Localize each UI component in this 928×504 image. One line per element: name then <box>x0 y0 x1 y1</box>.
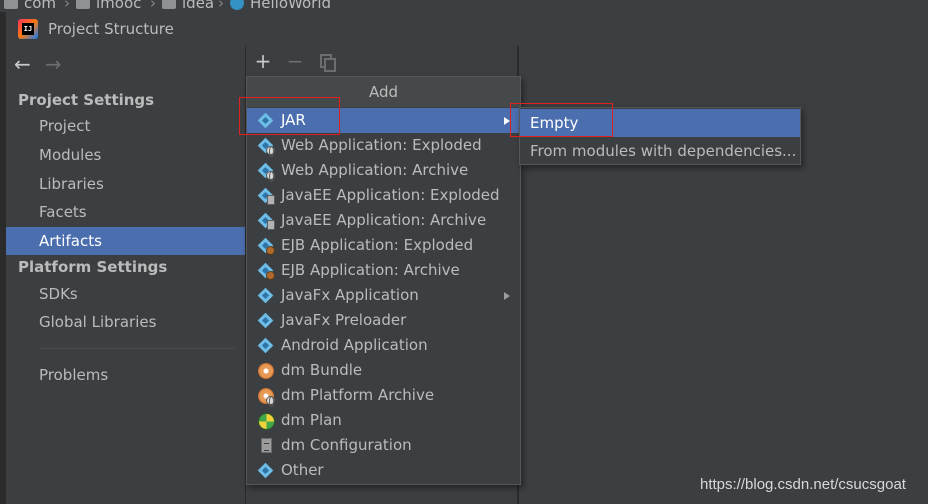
breadcrumb-item-imooc[interactable]: imooc <box>76 0 141 12</box>
menu-item-javaee-application-archive[interactable]: JavaEE Application: Archive <box>247 208 520 233</box>
menu-item-dm-configuration[interactable]: dm Configuration <box>247 433 520 458</box>
submenu-arrow-icon <box>504 292 510 300</box>
sidebar-item-project[interactable]: Project <box>6 112 245 140</box>
menu-item-web-application-exploded[interactable]: Web Application: Exploded <box>247 133 520 158</box>
web-app-icon <box>257 162 275 182</box>
add-artifact-popup: Add JAR Web Application: Exploded Web Ap… <box>246 76 521 485</box>
menu-item-javaee-application-exploded[interactable]: JavaEE Application: Exploded <box>247 183 520 208</box>
platform-settings-header: Platform Settings <box>18 258 168 276</box>
menu-item-javafx-preloader[interactable]: JavaFx Preloader <box>247 308 520 333</box>
breadcrumb-item-com[interactable]: com <box>4 0 56 12</box>
sidebar-item-facets[interactable]: Facets <box>6 198 245 226</box>
dm-plan-icon <box>257 412 275 430</box>
dm-bundle-icon <box>257 362 275 380</box>
artifact-diamond-icon <box>257 312 275 330</box>
menu-item-ejb-application-archive[interactable]: EJB Application: Archive <box>247 258 520 283</box>
menu-item-web-application-archive[interactable]: Web Application: Archive <box>247 158 520 183</box>
project-settings-header: Project Settings <box>18 91 155 109</box>
annotation-box-jar <box>239 97 340 135</box>
sidebar-item-problems[interactable]: Problems <box>6 361 245 389</box>
folder-icon <box>4 0 18 9</box>
web-app-icon <box>257 137 275 157</box>
sidebar-item-artifacts[interactable]: Artifacts <box>6 227 245 255</box>
intellij-logo-icon: IJ <box>18 19 38 39</box>
watermark: https://blog.csdn.net/csucsgoat <box>700 476 906 493</box>
menu-item-android-application[interactable]: Android Application <box>247 333 520 358</box>
sidebar-item-libraries[interactable]: Libraries <box>6 170 245 198</box>
copy-artifact-button[interactable] <box>316 50 338 72</box>
breadcrumb-separator: › <box>218 0 224 12</box>
sidebar: ← → Project Settings Project Modules Lib… <box>6 46 245 504</box>
menu-item-javafx-application[interactable]: JavaFx Application <box>247 283 520 308</box>
back-arrow-icon[interactable]: ← <box>14 52 31 76</box>
sidebar-item-sdks[interactable]: SDKs <box>6 280 245 308</box>
ejb-app-icon <box>257 237 275 255</box>
breadcrumb-item-helloworld[interactable]: HelloWorld <box>230 0 331 12</box>
menu-item-other[interactable]: Other <box>247 458 520 483</box>
sidebar-item-global-libraries[interactable]: Global Libraries <box>6 308 245 336</box>
menu-item-ejb-application-exploded[interactable]: EJB Application: Exploded <box>247 233 520 258</box>
dm-platform-archive-icon <box>257 387 275 407</box>
breadcrumb-item-idea[interactable]: idea <box>162 0 214 12</box>
javaee-app-icon <box>257 187 275 205</box>
copy-icon-front <box>324 58 336 72</box>
artifact-diamond-icon <box>257 287 275 305</box>
submenu-item-from-modules[interactable]: From modules with dependencies... <box>520 137 800 165</box>
menu-item-dm-platform-archive[interactable]: dm Platform Archive <box>247 383 520 408</box>
sidebar-item-modules[interactable]: Modules <box>6 141 245 169</box>
dm-configuration-icon <box>257 437 275 455</box>
add-artifact-button[interactable]: + <box>252 50 274 72</box>
menu-item-dm-plan[interactable]: dm Plan <box>247 408 520 433</box>
breadcrumb: com › imooc › idea › HelloWorld <box>0 0 928 12</box>
breadcrumb-separator: › <box>150 0 156 12</box>
forward-arrow-icon[interactable]: → <box>45 52 62 76</box>
nav-arrows: ← → <box>14 52 62 76</box>
dialog-title-bar: IJ Project Structure <box>6 12 928 46</box>
class-icon <box>230 0 244 10</box>
folder-icon <box>76 0 90 9</box>
artifact-diamond-icon <box>257 462 275 480</box>
remove-artifact-button[interactable]: − <box>284 50 306 72</box>
breadcrumb-separator: › <box>64 0 70 12</box>
ejb-app-icon <box>257 262 275 280</box>
javaee-app-icon <box>257 212 275 230</box>
dialog-title: Project Structure <box>48 20 174 38</box>
sidebar-divider <box>39 348 235 349</box>
artifact-diamond-icon <box>257 337 275 355</box>
menu-item-dm-bundle[interactable]: dm Bundle <box>247 358 520 383</box>
folder-icon <box>162 0 176 9</box>
annotation-box-empty <box>510 103 613 137</box>
